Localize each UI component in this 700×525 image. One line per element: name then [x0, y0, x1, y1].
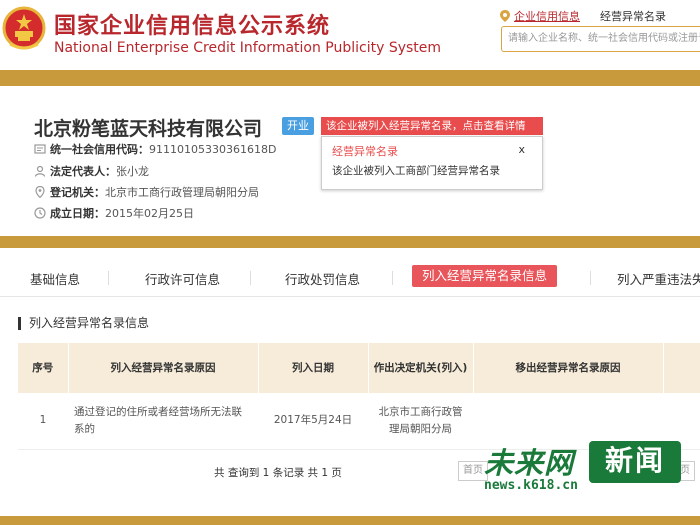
location-pin-icon — [500, 10, 510, 22]
info-value: 2015年02月25日 — [105, 207, 194, 220]
section-title: 列入经营异常名录信息 — [18, 317, 149, 330]
info-founded-date: 成立日期：2015年02月25日 — [34, 205, 194, 221]
column-header: 移出经营异常名录原因 — [473, 343, 664, 393]
tab-serious-violation[interactable]: 列入严重违法失 — [617, 269, 700, 288]
column-header: 列入日期 — [258, 343, 369, 393]
info-value: 北京市工商行政管理局朝阳分局 — [105, 186, 259, 199]
info-label: 统一社会信用代码： — [50, 143, 149, 156]
watermark-news-badge: 新闻 — [589, 441, 681, 483]
company-name: 北京粉笔蓝天科技有限公司 — [34, 118, 263, 140]
tab-basic-info[interactable]: 基础信息 — [30, 269, 80, 288]
tab-admin-license[interactable]: 行政许可信息 — [145, 269, 220, 288]
tab-admin-penalty[interactable]: 行政处罚信息 — [285, 269, 360, 288]
clock-icon — [34, 207, 46, 219]
abnormal-alert-link[interactable]: 该企业被列入经营异常名录，点击查看详情 — [321, 117, 543, 135]
column-header: 作出决定机关(列入) — [368, 343, 474, 393]
info-label: 登记机关： — [50, 186, 105, 199]
popup-title: 经营异常名录 — [332, 145, 398, 158]
table-cell: 通过登记的住所或者经营场所无法联系的 — [68, 393, 258, 450]
nav-abnormal-list-link[interactable]: 经营异常名录 — [600, 10, 666, 23]
abnormal-records-table: 序号 列入经营异常名录原因 列入日期 作出决定机关(列入) 移出经营异常名录原因… — [18, 343, 700, 450]
nav-credit-info-link[interactable]: 企业信用信息 — [514, 10, 580, 23]
site-header: 国家企业信用信息公示系统 National Enterprise Credit … — [0, 0, 700, 70]
national-emblem-icon — [2, 6, 46, 50]
location-icon — [35, 186, 45, 198]
watermark-url: news.k618.cn — [484, 478, 578, 493]
table-cell: 1 — [18, 393, 68, 450]
watermark-logo-text: 未来网 — [484, 446, 575, 480]
table-cell: 2017年5月24日 — [258, 393, 368, 450]
person-icon — [34, 165, 46, 177]
popup-close-button[interactable]: x — [518, 143, 525, 156]
pagination-summary: 共 查询到 1 条记录 共 1 页 — [214, 467, 342, 479]
info-value: 91110105330361618D — [149, 143, 277, 156]
tab-divider — [250, 271, 251, 285]
tab-abnormal-list[interactable]: 列入经营异常名录信息 — [412, 265, 558, 287]
info-tabs: 基础信息 行政许可信息 行政处罚信息 列入经营异常名录信息 列入严重违法失 — [0, 255, 700, 297]
tab-divider — [590, 271, 591, 285]
table-header-row: 序号 列入经营异常名录原因 列入日期 作出决定机关(列入) 移出经营异常名录原因 — [18, 343, 700, 393]
column-header-extra — [663, 343, 700, 393]
info-label: 成立日期： — [50, 207, 105, 220]
info-label: 法定代表人： — [50, 165, 116, 178]
site-title: 国家企业信用信息公示系统 — [54, 14, 331, 39]
status-badge: 开业 — [282, 117, 314, 135]
info-credit-code: 统一社会信用代码：91110105330361618D — [34, 141, 276, 157]
header-nav: 企业信用信息 经营异常名录 — [500, 8, 686, 24]
info-registration-authority: 登记机关：北京市工商行政管理局朝阳分局 — [34, 184, 259, 200]
search-input[interactable]: 请输入企业名称、统一社会信用代码或注册号 — [501, 26, 700, 52]
column-header: 列入经营异常名录原因 — [68, 343, 259, 393]
abnormal-popup: 经营异常名录 x 该企业被列入工商部门经营异常名录 — [321, 136, 543, 190]
tab-divider — [392, 271, 393, 285]
popup-body: 该企业被列入工商部门经营异常名录 — [332, 165, 500, 177]
table-cell: 北京市工商行政管理局朝阳分局 — [368, 393, 473, 450]
info-value: 张小龙 — [116, 165, 149, 178]
column-header: 序号 — [18, 343, 69, 393]
tab-divider — [108, 271, 109, 285]
info-legal-rep: 法定代表人：张小龙 — [34, 163, 149, 179]
site-subtitle: National Enterprise Credit Information P… — [54, 40, 442, 56]
id-card-icon — [34, 144, 46, 154]
